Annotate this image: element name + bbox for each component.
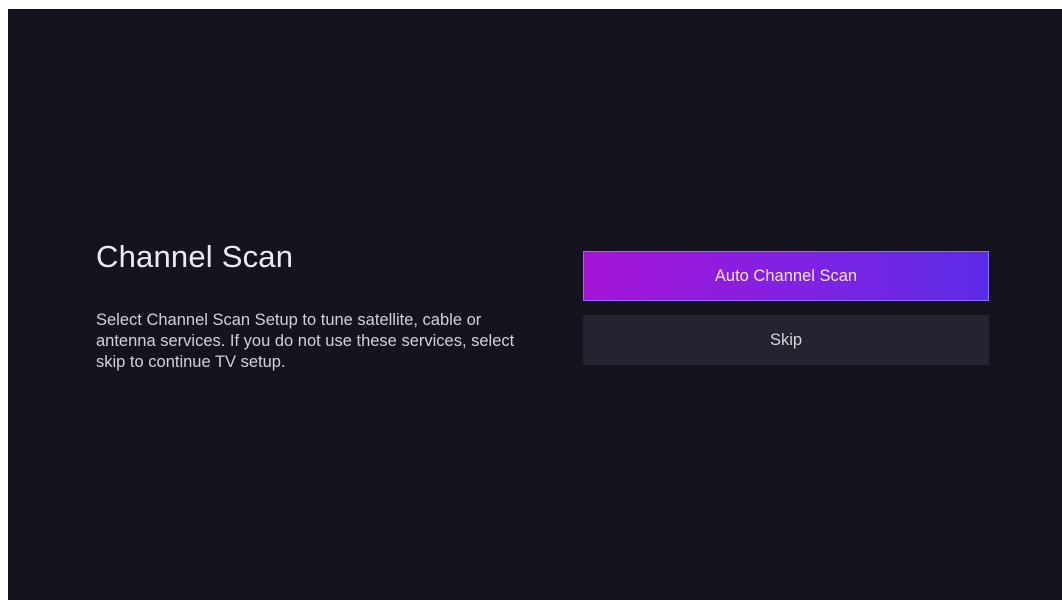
page-description: Select Channel Scan Setup to tune satell… [96, 311, 515, 371]
skip-label: Skip [769, 330, 803, 349]
auto-channel-scan-label: Auto Channel Scan [714, 266, 858, 285]
auto-channel-scan-button[interactable]: Auto Channel Scan [583, 251, 989, 301]
skip-button[interactable]: Skip [583, 315, 989, 365]
tv-setup-screen: Channel Scan Select Channel Scan Setup t… [8, 9, 1062, 600]
page-title: Channel Scan [96, 239, 294, 274]
